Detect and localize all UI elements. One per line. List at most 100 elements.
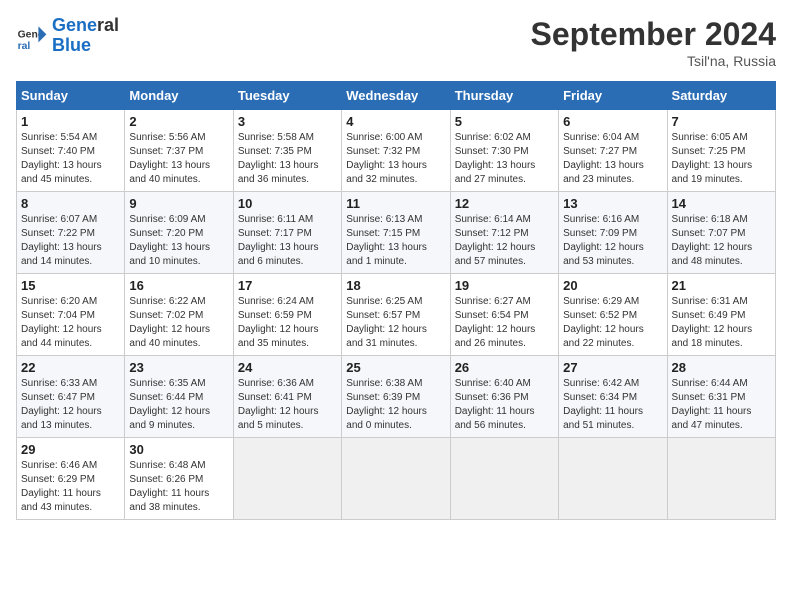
calendar-cell: 14 Sunrise: 6:18 AM Sunset: 7:07 PM Dayli… bbox=[667, 192, 775, 274]
day-number: 4 bbox=[346, 114, 445, 129]
day-info: Sunrise: 6:36 AM Sunset: 6:41 PM Dayligh… bbox=[238, 377, 337, 433]
day-number: 28 bbox=[672, 360, 771, 375]
day-info: Sunrise: 6:04 AM Sunset: 7:27 PM Dayligh… bbox=[563, 131, 662, 187]
day-number: 19 bbox=[455, 278, 554, 293]
header-saturday: Saturday bbox=[667, 82, 775, 110]
day-number: 3 bbox=[238, 114, 337, 129]
calendar-cell: 3 Sunrise: 5:58 AM Sunset: 7:35 PM Daylig… bbox=[233, 110, 341, 192]
day-number: 12 bbox=[455, 196, 554, 211]
day-info: Sunrise: 6:14 AM Sunset: 7:12 PM Dayligh… bbox=[455, 213, 554, 269]
day-info: Sunrise: 6:33 AM Sunset: 6:47 PM Dayligh… bbox=[21, 377, 120, 433]
day-number: 6 bbox=[563, 114, 662, 129]
day-info: Sunrise: 6:18 AM Sunset: 7:07 PM Dayligh… bbox=[672, 213, 771, 269]
day-info: Sunrise: 5:58 AM Sunset: 7:35 PM Dayligh… bbox=[238, 131, 337, 187]
header-thursday: Thursday bbox=[450, 82, 558, 110]
day-info: Sunrise: 6:05 AM Sunset: 7:25 PM Dayligh… bbox=[672, 131, 771, 187]
day-info: Sunrise: 6:16 AM Sunset: 7:09 PM Dayligh… bbox=[563, 213, 662, 269]
calendar-cell: 30 Sunrise: 6:48 AM Sunset: 6:26 PM Dayli… bbox=[125, 438, 233, 520]
calendar-cell: 24 Sunrise: 6:36 AM Sunset: 6:41 PM Dayli… bbox=[233, 356, 341, 438]
day-number: 1 bbox=[21, 114, 120, 129]
calendar-cell: 8Sunrise: 6:07 AM Sunset: 7:22 PM Daylig… bbox=[17, 192, 125, 274]
calendar-cell: 7 Sunrise: 6:05 AM Sunset: 7:25 PM Daylig… bbox=[667, 110, 775, 192]
day-number: 15 bbox=[21, 278, 120, 293]
title-block: September 2024 Tsil'na, Russia bbox=[531, 16, 776, 69]
day-info: Sunrise: 6:07 AM Sunset: 7:22 PM Dayligh… bbox=[21, 213, 120, 269]
day-number: 5 bbox=[455, 114, 554, 129]
header-monday: Monday bbox=[125, 82, 233, 110]
calendar-cell: 26 Sunrise: 6:40 AM Sunset: 6:36 PM Dayli… bbox=[450, 356, 558, 438]
calendar-cell: 16Sunrise: 6:22 AM Sunset: 7:02 PM Dayli… bbox=[125, 274, 233, 356]
calendar-cell: 1 Sunrise: 5:54 AM Sunset: 7:40 PM Daylig… bbox=[17, 110, 125, 192]
calendar-cell: 22 Sunrise: 6:33 AM Sunset: 6:47 PM Dayli… bbox=[17, 356, 125, 438]
day-info: Sunrise: 6:25 AM Sunset: 6:57 PM Dayligh… bbox=[346, 295, 445, 351]
day-number: 7 bbox=[672, 114, 771, 129]
calendar-cell bbox=[342, 438, 450, 520]
calendar-cell: 4 Sunrise: 6:00 AM Sunset: 7:32 PM Daylig… bbox=[342, 110, 450, 192]
calendar-cell: 21 Sunrise: 6:31 AM Sunset: 6:49 PM Dayli… bbox=[667, 274, 775, 356]
calendar-cell bbox=[559, 438, 667, 520]
day-number: 22 bbox=[21, 360, 120, 375]
location-subtitle: Tsil'na, Russia bbox=[531, 53, 776, 69]
day-info: Sunrise: 6:29 AM Sunset: 6:52 PM Dayligh… bbox=[563, 295, 662, 351]
calendar-cell bbox=[233, 438, 341, 520]
day-info: Sunrise: 6:35 AM Sunset: 6:44 PM Dayligh… bbox=[129, 377, 228, 433]
day-info: Sunrise: 6:11 AM Sunset: 7:17 PM Dayligh… bbox=[238, 213, 337, 269]
day-info: Sunrise: 6:48 AM Sunset: 6:26 PM Dayligh… bbox=[129, 459, 228, 515]
day-info: Sunrise: 6:22 AM Sunset: 7:02 PM Dayligh… bbox=[129, 295, 228, 351]
day-number: 30 bbox=[129, 442, 228, 457]
day-number: 26 bbox=[455, 360, 554, 375]
day-info: Sunrise: 6:31 AM Sunset: 6:49 PM Dayligh… bbox=[672, 295, 771, 351]
page-header: Gene ral General Blue September 2024 Tsi… bbox=[16, 16, 776, 69]
day-number: 25 bbox=[346, 360, 445, 375]
calendar-cell: 6 Sunrise: 6:04 AM Sunset: 7:27 PM Daylig… bbox=[559, 110, 667, 192]
day-info: Sunrise: 6:09 AM Sunset: 7:20 PM Dayligh… bbox=[129, 213, 228, 269]
day-info: Sunrise: 6:40 AM Sunset: 6:36 PM Dayligh… bbox=[455, 377, 554, 433]
logo: Gene ral General Blue bbox=[16, 16, 119, 56]
logo-icon: Gene ral bbox=[16, 20, 48, 52]
day-number: 13 bbox=[563, 196, 662, 211]
day-number: 21 bbox=[672, 278, 771, 293]
day-info: Sunrise: 5:56 AM Sunset: 7:37 PM Dayligh… bbox=[129, 131, 228, 187]
calendar-cell: 12 Sunrise: 6:14 AM Sunset: 7:12 PM Dayli… bbox=[450, 192, 558, 274]
day-number: 9 bbox=[129, 196, 228, 211]
day-info: Sunrise: 6:46 AM Sunset: 6:29 PM Dayligh… bbox=[21, 459, 120, 515]
calendar-cell: 9 Sunrise: 6:09 AM Sunset: 7:20 PM Daylig… bbox=[125, 192, 233, 274]
calendar-cell bbox=[667, 438, 775, 520]
day-info: Sunrise: 6:20 AM Sunset: 7:04 PM Dayligh… bbox=[21, 295, 120, 351]
calendar-week-5: 29Sunrise: 6:46 AM Sunset: 6:29 PM Dayli… bbox=[17, 438, 776, 520]
header-sunday: Sunday bbox=[17, 82, 125, 110]
day-number: 2 bbox=[129, 114, 228, 129]
day-number: 24 bbox=[238, 360, 337, 375]
svg-text:ral: ral bbox=[18, 41, 31, 52]
day-number: 11 bbox=[346, 196, 445, 211]
calendar-week-4: 22 Sunrise: 6:33 AM Sunset: 6:47 PM Dayli… bbox=[17, 356, 776, 438]
logo-text-line2: Blue bbox=[52, 36, 119, 56]
day-number: 14 bbox=[672, 196, 771, 211]
calendar-week-1: 1 Sunrise: 5:54 AM Sunset: 7:40 PM Daylig… bbox=[17, 110, 776, 192]
month-title: September 2024 bbox=[531, 16, 776, 53]
header-tuesday: Tuesday bbox=[233, 82, 341, 110]
calendar-cell: 27 Sunrise: 6:42 AM Sunset: 6:34 PM Dayli… bbox=[559, 356, 667, 438]
calendar-cell: 18Sunrise: 6:25 AM Sunset: 6:57 PM Dayli… bbox=[342, 274, 450, 356]
day-number: 23 bbox=[129, 360, 228, 375]
header-friday: Friday bbox=[559, 82, 667, 110]
calendar-cell: 25Sunrise: 6:38 AM Sunset: 6:39 PM Dayli… bbox=[342, 356, 450, 438]
calendar-cell: 17Sunrise: 6:24 AM Sunset: 6:59 PM Dayli… bbox=[233, 274, 341, 356]
calendar-cell: 5Sunrise: 6:02 AM Sunset: 7:30 PM Daylig… bbox=[450, 110, 558, 192]
calendar-body: 1 Sunrise: 5:54 AM Sunset: 7:40 PM Daylig… bbox=[17, 110, 776, 520]
header-wednesday: Wednesday bbox=[342, 82, 450, 110]
day-info: Sunrise: 6:24 AM Sunset: 6:59 PM Dayligh… bbox=[238, 295, 337, 351]
day-info: Sunrise: 5:54 AM Sunset: 7:40 PM Dayligh… bbox=[21, 131, 120, 187]
day-info: Sunrise: 6:00 AM Sunset: 7:32 PM Dayligh… bbox=[346, 131, 445, 187]
logo-text-line1: General bbox=[52, 16, 119, 36]
day-info: Sunrise: 6:42 AM Sunset: 6:34 PM Dayligh… bbox=[563, 377, 662, 433]
day-info: Sunrise: 6:27 AM Sunset: 6:54 PM Dayligh… bbox=[455, 295, 554, 351]
calendar-header-row: SundayMondayTuesdayWednesdayThursdayFrid… bbox=[17, 82, 776, 110]
day-number: 27 bbox=[563, 360, 662, 375]
calendar-cell: 28Sunrise: 6:44 AM Sunset: 6:31 PM Dayli… bbox=[667, 356, 775, 438]
calendar-cell: 15 Sunrise: 6:20 AM Sunset: 7:04 PM Dayli… bbox=[17, 274, 125, 356]
day-info: Sunrise: 6:13 AM Sunset: 7:15 PM Dayligh… bbox=[346, 213, 445, 269]
calendar-cell: 19 Sunrise: 6:27 AM Sunset: 6:54 PM Dayli… bbox=[450, 274, 558, 356]
calendar-cell: 23 Sunrise: 6:35 AM Sunset: 6:44 PM Dayli… bbox=[125, 356, 233, 438]
calendar-cell bbox=[450, 438, 558, 520]
